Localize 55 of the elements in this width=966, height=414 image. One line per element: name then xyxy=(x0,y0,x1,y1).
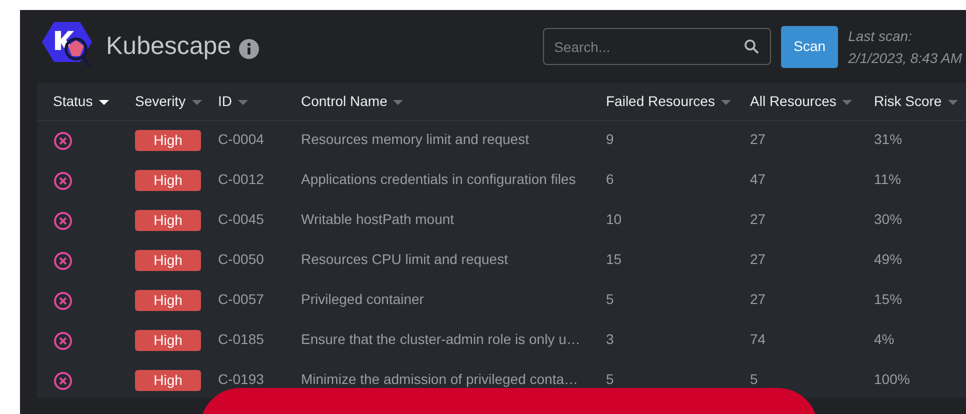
table-cell: Minimize the admission of privileged conta… xyxy=(301,371,578,387)
table-cell: 15% xyxy=(874,291,902,307)
table-cell: 5 xyxy=(606,371,614,387)
table-cell: Writable hostPath mount xyxy=(301,211,454,227)
table-cell: 27 xyxy=(750,211,766,227)
table-cell: 5 xyxy=(750,371,758,387)
table-cell: Applications credentials in configuration files xyxy=(301,171,576,187)
table-cell: 4% xyxy=(874,331,894,347)
column-header[interactable]: Control Name xyxy=(301,91,606,112)
severity-badge: High xyxy=(135,210,201,231)
table-cell: Privileged container xyxy=(301,291,424,307)
last-scan-label: Last scan: xyxy=(848,26,913,46)
table-cell: 15 xyxy=(606,251,622,267)
table-cell: C-0193 xyxy=(218,371,264,387)
table-cell: C-0050 xyxy=(218,251,264,267)
search-field[interactable]: Search... xyxy=(543,28,772,65)
column-header[interactable]: All Resources xyxy=(750,91,874,112)
table-cell: 9 xyxy=(606,131,614,147)
table-cell: 3 xyxy=(606,331,614,347)
search-icon xyxy=(744,39,760,54)
table-cell: C-0012 xyxy=(218,171,264,187)
severity-badge: High xyxy=(135,370,201,391)
column-header[interactable]: Status xyxy=(53,91,135,112)
table-cell: 11% xyxy=(874,171,901,187)
table-cell: 5 xyxy=(606,291,614,307)
table-cell: 47 xyxy=(750,171,766,187)
table-cell: C-0045 xyxy=(218,211,264,227)
column-header[interactable]: ID xyxy=(218,91,301,112)
table-cell: Resources memory limit and request xyxy=(301,131,529,147)
table-cell: 27 xyxy=(750,131,766,147)
table-cell: 100% xyxy=(874,371,910,387)
app-title: Kubescape xyxy=(106,30,232,62)
severity-badge: High xyxy=(135,330,201,351)
table-cell: 10 xyxy=(606,211,622,227)
table-cell: 74 xyxy=(750,331,766,347)
table-cell: 31% xyxy=(874,131,902,147)
table-cell: C-0004 xyxy=(218,131,264,147)
info-icon[interactable] xyxy=(239,38,260,58)
table-cell: 27 xyxy=(750,251,766,267)
column-header[interactable]: Severity xyxy=(135,91,218,112)
table-cell: C-0057 xyxy=(218,291,264,307)
last-scan-time: 2/1/2023, 8:43 AM xyxy=(848,48,962,68)
table-cell: 49% xyxy=(874,251,902,267)
column-header[interactable]: Risk Score xyxy=(874,91,966,112)
table-cell: Resources CPU limit and request xyxy=(301,251,508,267)
table-cell: 6 xyxy=(606,171,614,187)
column-header[interactable]: Failed Resources xyxy=(606,91,750,112)
table-cell: Ensure that the cluster-admin role is only u… xyxy=(301,331,580,347)
severity-badge: High xyxy=(135,250,201,271)
severity-badge: High xyxy=(135,170,201,191)
severity-badge: High xyxy=(135,130,201,151)
table-cell: C-0185 xyxy=(218,331,264,347)
table-cell: 30% xyxy=(874,211,902,227)
severity-badge: High xyxy=(135,290,201,311)
table-cell: 27 xyxy=(750,291,766,307)
